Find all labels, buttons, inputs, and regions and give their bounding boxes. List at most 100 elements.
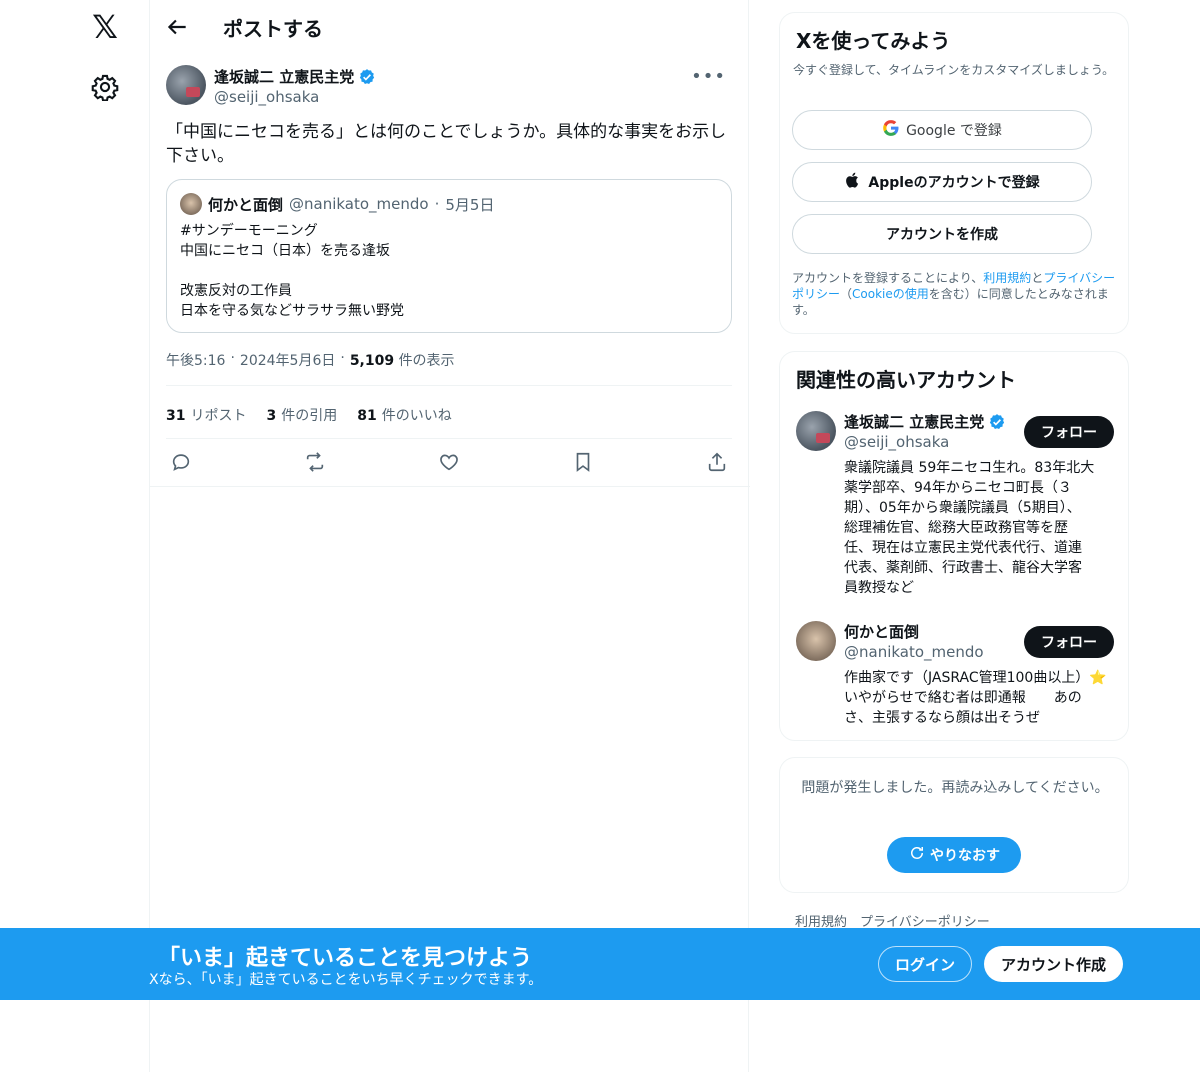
like-label: 件のいいね bbox=[381, 408, 452, 424]
quote-author-name: 何かと面倒 bbox=[208, 195, 284, 214]
bio-line: 代表、薬剤師、行政書士、龍谷大学客 bbox=[844, 560, 1082, 576]
quote-date: 5月5日 bbox=[445, 195, 495, 214]
avatar[interactable] bbox=[166, 65, 206, 105]
account-name[interactable]: 逢坂誠二 立憲民主党 bbox=[844, 411, 1006, 432]
like-icon[interactable] bbox=[438, 451, 462, 475]
gear-icon[interactable] bbox=[91, 73, 119, 102]
avatar[interactable] bbox=[796, 411, 836, 451]
google-icon bbox=[882, 119, 900, 141]
terms-text: （ bbox=[840, 287, 853, 301]
account-name-text: 逢坂誠二 立憲民主党 bbox=[844, 413, 985, 431]
banner-subtitle: Xなら、「いま」起きていることをいち早くチェックできます。 bbox=[149, 972, 543, 988]
quote-handle: @nanikato_mendo bbox=[289, 195, 429, 213]
signup-button[interactable]: アカウント作成 bbox=[984, 946, 1123, 982]
account-bio: 作曲家です（JASRAC管理100曲以上）⭐ いやがらせで絡む者は即通報 あの … bbox=[844, 668, 1114, 728]
repost-count: 31 bbox=[166, 408, 186, 424]
quote-line: 日本を守る気などサラサラ無い野党 bbox=[180, 303, 404, 319]
tweet-meta: 午後5:16 · 2024年5月6日 · 5,109 件の表示 bbox=[166, 350, 455, 370]
more-options-icon[interactable]: ••• bbox=[691, 66, 726, 87]
quote-body: #サンデーモーニング 中国にニセコ（日本）を売る逢坂 改憲反対の工作員 日本を守… bbox=[180, 221, 404, 321]
apple-signup-button[interactable]: Appleのアカウントで登録 bbox=[792, 162, 1092, 202]
error-card: 問題が発生しました。再読み込みしてください。 やりなおす bbox=[779, 757, 1129, 893]
bio-line: 任、現在は立憲民主党代表代行、道連 bbox=[844, 540, 1082, 556]
quote-header: 何かと面倒 @nanikato_mendo · 5月5日 bbox=[180, 193, 494, 215]
google-signup-button[interactable]: Google で登録 bbox=[792, 110, 1092, 150]
tweet-text-line: 「中国にニセコを売る」とは何のことでしょうか。具体的な事実をお示し bbox=[166, 122, 727, 142]
quote-line[interactable]: #サンデーモーニング bbox=[180, 221, 404, 241]
share-icon[interactable] bbox=[706, 451, 730, 475]
bio-line: 作曲家です（JASRAC管理100曲以上）⭐ bbox=[844, 670, 1107, 686]
create-account-label: アカウントを作成 bbox=[886, 227, 998, 243]
like-count: 81 bbox=[357, 408, 377, 424]
bio-line: いやがらせで絡む者は即通報 あの bbox=[844, 690, 1082, 706]
error-message: 問題が発生しました。再読み込みしてください。 bbox=[801, 780, 1109, 796]
x-logo-icon[interactable]: 𝕏 bbox=[88, 10, 122, 44]
left-nav: 𝕏 bbox=[0, 0, 150, 1072]
reply-icon[interactable] bbox=[170, 451, 194, 475]
apple-signup-label: Appleのアカウントで登録 bbox=[868, 175, 1040, 191]
apple-icon bbox=[844, 171, 862, 193]
account-handle[interactable]: @seiji_ohsaka bbox=[844, 433, 949, 451]
bio-line: 衆議院議員 59年ニセコ生れ。83年北大 bbox=[844, 460, 1095, 476]
view-count-number: 5,109 bbox=[349, 353, 395, 369]
divider bbox=[166, 385, 732, 386]
tweet-time[interactable]: 午後5:16 bbox=[166, 350, 225, 370]
repost-label: リポスト bbox=[190, 408, 247, 424]
verified-badge-icon bbox=[358, 68, 376, 86]
retry-button[interactable]: やりなおす bbox=[887, 837, 1021, 873]
related-title: 関連性の高いアカウント bbox=[796, 368, 1016, 392]
author-handle[interactable]: @seiji_ohsaka bbox=[214, 88, 319, 106]
account-handle[interactable]: @nanikato_mendo bbox=[844, 643, 984, 661]
google-signup-label: Google で登録 bbox=[906, 123, 1002, 139]
quote-label: 件の引用 bbox=[281, 408, 338, 424]
tweet-stats: 31 リポスト 3 件の引用 81 件のいいね bbox=[166, 405, 452, 425]
follow-button[interactable]: フォロー bbox=[1024, 626, 1114, 658]
account-bio: 衆議院議員 59年ニセコ生れ。83年北大 薬学部卒、94年からニセコ町長（３ 期… bbox=[844, 458, 1114, 598]
separator: · bbox=[230, 350, 235, 366]
divider bbox=[166, 438, 732, 439]
avatar[interactable] bbox=[796, 621, 836, 661]
quote-stat[interactable]: 3 件の引用 bbox=[266, 405, 337, 425]
terms-link[interactable]: 利用規約 bbox=[983, 271, 1031, 285]
separator: · bbox=[340, 350, 345, 366]
bio-line: 期）、05年から衆議院議員（5期目）、 bbox=[844, 500, 1081, 516]
create-account-button[interactable]: アカウントを作成 bbox=[792, 214, 1092, 254]
author-name[interactable]: 逢坂誠二 立憲民主党 bbox=[214, 66, 376, 87]
account-name[interactable]: 何かと面倒 bbox=[844, 621, 919, 642]
tweet-date[interactable]: 2024年5月6日 bbox=[240, 350, 335, 370]
login-button[interactable]: ログイン bbox=[878, 946, 972, 982]
signup-title: Xを使ってみよう bbox=[796, 29, 951, 53]
terms-notice: アカウントを登録することにより、利用規約とプライバシーポリシー（Cookieの使… bbox=[792, 270, 1117, 318]
signup-subtitle: 今すぐ登録して、タイムラインをカスタマイズしましょう。 bbox=[793, 63, 1115, 77]
terms-text: アカウントを登録することにより、 bbox=[792, 271, 984, 285]
separator: · bbox=[434, 195, 440, 213]
tweet-text: 「中国にニセコを売る」とは何のことでしょうか。具体的な事実をお示し 下さい。 bbox=[166, 120, 734, 168]
quoted-tweet[interactable]: 何かと面倒 @nanikato_mendo · 5月5日 #サンデーモーニング … bbox=[166, 179, 732, 333]
repost-stat[interactable]: 31 リポスト bbox=[166, 405, 246, 425]
like-stat[interactable]: 81 件のいいね bbox=[357, 405, 451, 425]
bio-line: 総理補佐官、総務大臣政務官等を歴 bbox=[844, 520, 1068, 536]
divider bbox=[150, 486, 750, 487]
cookie-link[interactable]: Cookieの使用 bbox=[852, 287, 929, 301]
repost-icon[interactable] bbox=[304, 451, 328, 475]
quote-line: 改憲反対の工作員 bbox=[180, 283, 292, 299]
follow-button[interactable]: フォロー bbox=[1024, 416, 1114, 448]
back-arrow-icon[interactable] bbox=[164, 14, 190, 40]
tweet-actions bbox=[166, 451, 732, 475]
author-name-text: 逢坂誠二 立憲民主党 bbox=[214, 68, 355, 86]
bio-line: 員教授など bbox=[844, 580, 914, 596]
view-count-label: 件の表示 bbox=[398, 353, 455, 369]
bio-line: 薬学部卒、94年からニセコ町長（３ bbox=[844, 480, 1072, 496]
quote-avatar bbox=[180, 193, 202, 215]
quote-line bbox=[180, 261, 404, 281]
related-accounts-card: 関連性の高いアカウント 逢坂誠二 立憲民主党 @seiji_ohsaka フォロ… bbox=[779, 351, 1129, 741]
top-bar: ポストする bbox=[150, 0, 748, 54]
signup-card: Xを使ってみよう 今すぐ登録して、タイムラインをカスタマイズしましょう。 Goo… bbox=[779, 12, 1129, 334]
tweet-text-line: 下さい。 bbox=[166, 146, 234, 166]
quote-count: 3 bbox=[266, 408, 277, 424]
bottom-signup-banner: 「いま」起きていることを見つけよう Xなら、「いま」起きていることをいち早くチェ… bbox=[0, 928, 1200, 1000]
main-column: ポストする 逢坂誠二 立憲民主党 @seiji_ohsaka ••• 「中国にニ… bbox=[149, 0, 750, 1072]
quote-line: 中国にニセコ（日本）を売る逢坂 bbox=[180, 243, 390, 259]
bookmark-icon[interactable] bbox=[572, 451, 596, 475]
terms-text: と bbox=[1031, 271, 1044, 285]
